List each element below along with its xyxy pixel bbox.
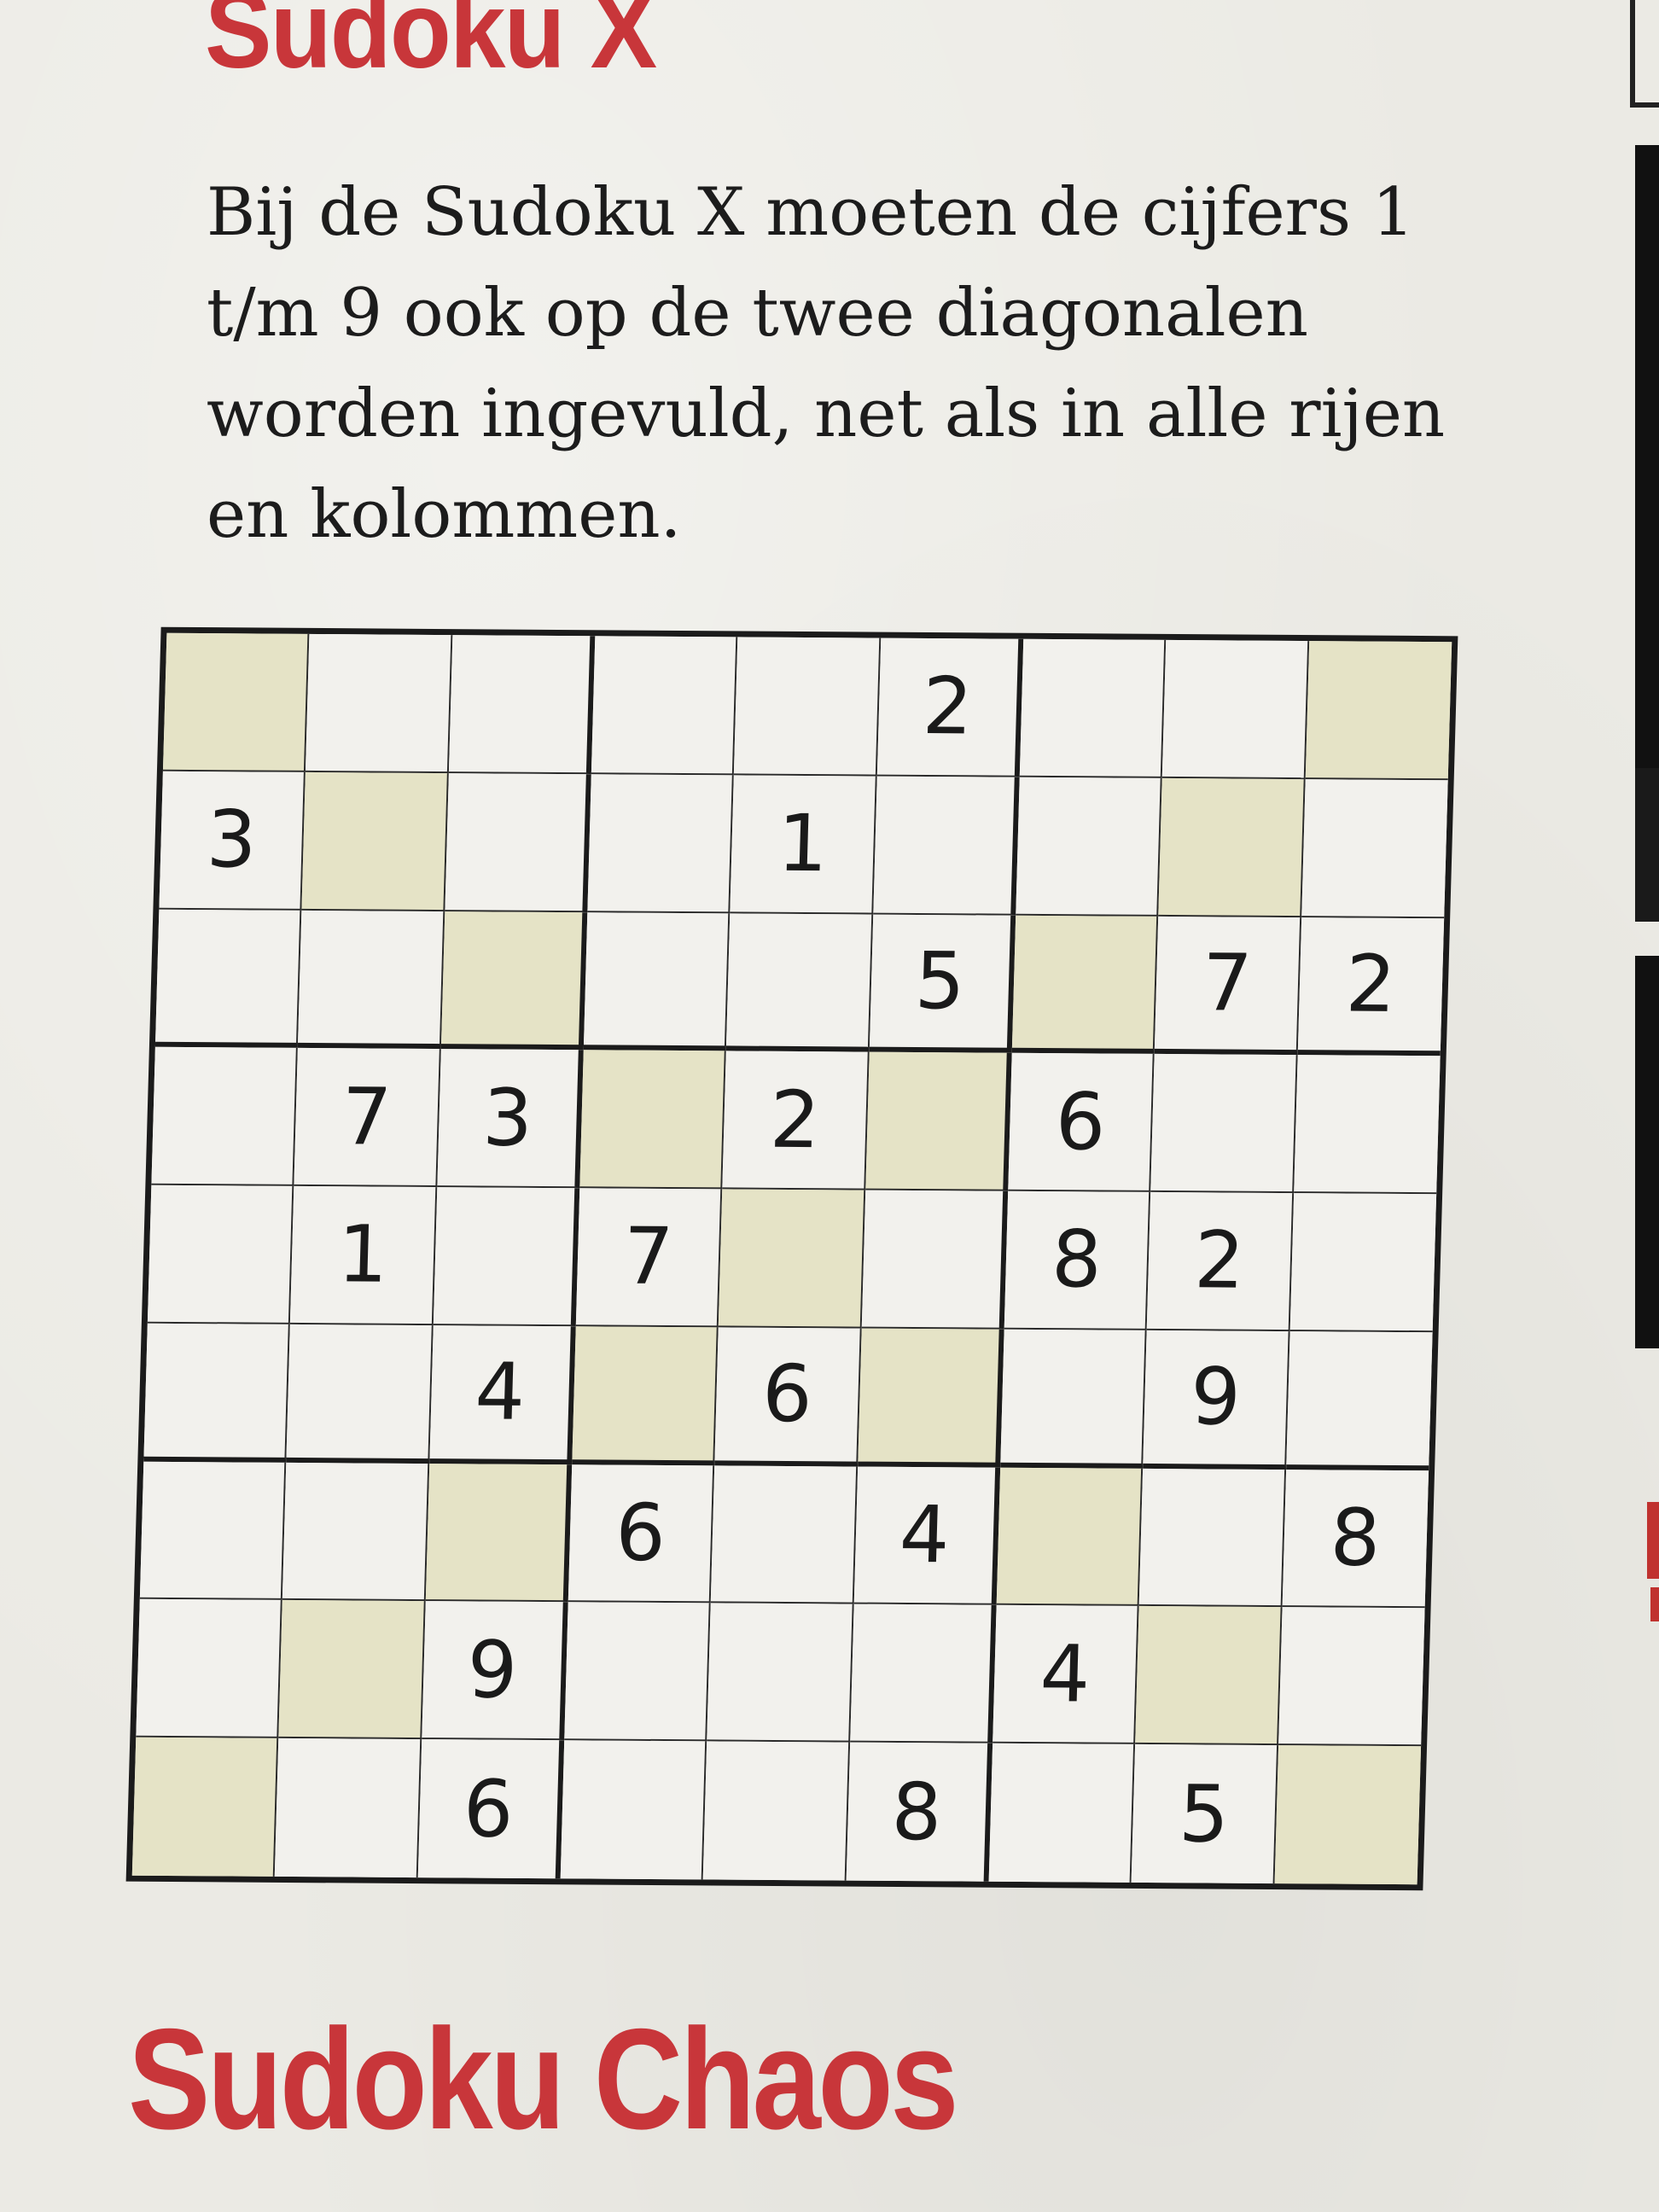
sudoku-cell-r5c4[interactable]: 7 [575,1188,723,1328]
sudoku-cell-r8c9[interactable] [1278,1607,1425,1747]
sudoku-cell-r1c9[interactable] [1305,641,1452,781]
sudoku-cell-r3c8[interactable]: 7 [1155,916,1301,1056]
adjacent-column-edge [1635,145,1659,836]
sudoku-cell-r3c2[interactable] [298,910,445,1050]
sudoku-cell-r4c6[interactable] [864,1051,1012,1191]
sudoku-cell-r2c9[interactable] [1301,778,1448,918]
sudoku-cell-r3c6[interactable]: 5 [869,914,1016,1054]
sudoku-cell-r2c1[interactable]: 3 [159,771,306,911]
sudoku-cell-r6c4[interactable] [572,1326,719,1466]
newspaper-page: Sudoku X Bij de Sudoku X moeten de cijfe… [0,0,1659,2212]
sudoku-cell-r5c9[interactable] [1289,1193,1437,1333]
sudoku-cell-r9c1[interactable] [131,1737,279,1877]
sudoku-cell-r2c4[interactable] [587,774,735,913]
sudoku-cell-r5c2[interactable]: 1 [290,1186,437,1325]
sudoku-cell-r7c6[interactable]: 4 [853,1466,1001,1606]
sudoku-cell-r5c3[interactable] [433,1187,580,1327]
sudoku-cell-r7c4[interactable]: 6 [568,1464,715,1604]
sudoku-cell-r3c5[interactable] [726,912,873,1052]
sudoku-cell-r1c5[interactable] [734,637,881,777]
adjacent-column-edge [1635,768,1659,922]
sudoku-cell-r3c9[interactable]: 2 [1297,917,1445,1057]
sudoku-cell-r7c2[interactable] [282,1462,429,1602]
sudoku-cell-r1c8[interactable] [1162,639,1309,779]
sudoku-cell-r8c1[interactable] [136,1599,283,1739]
sudoku-cell-r8c6[interactable] [849,1604,997,1743]
puzzle-instructions: Bij de Sudoku X moeten de cijfers 1 t/m … [207,174,1446,553]
sudoku-cell-r2c5[interactable]: 1 [730,775,877,915]
sudoku-cell-r4c8[interactable] [1150,1054,1298,1194]
sudoku-cell-r2c2[interactable] [301,771,449,911]
sudoku-cell-r9c8[interactable]: 5 [1131,1744,1278,1884]
sudoku-cell-r2c7[interactable] [1016,777,1163,917]
sudoku-cell-r4c3[interactable]: 3 [436,1049,584,1189]
sudoku-cell-r9c6[interactable]: 8 [846,1742,993,1882]
sudoku-cell-r6c2[interactable] [286,1324,434,1464]
sudoku-cell-r6c9[interactable] [1285,1330,1433,1470]
sudoku-cell-r7c5[interactable] [711,1465,858,1605]
sudoku-cell-r9c4[interactable] [560,1740,707,1880]
adjacent-column-edge [1647,1502,1659,1579]
sudoku-cell-r1c6[interactable]: 2 [876,637,1024,777]
sudoku-cell-r7c8[interactable] [1138,1468,1286,1608]
sudoku-cell-r4c4[interactable] [579,1050,727,1190]
sudoku-cell-r3c4[interactable] [583,911,731,1051]
sudoku-cell-r9c7[interactable] [988,1743,1136,1883]
adjacent-column-edge [1650,1587,1659,1621]
sudoku-cell-r7c3[interactable] [425,1463,573,1603]
sudoku-cell-r8c4[interactable] [564,1602,712,1742]
sudoku-cell-r1c3[interactable] [448,635,596,775]
adjacent-column-edge [1635,956,1659,1348]
sudoku-board: 2315727326178246964894685 [125,626,1458,1891]
sudoku-cell-r1c2[interactable] [306,633,453,773]
sudoku-cell-r9c2[interactable] [275,1738,422,1878]
sudoku-cell-r6c5[interactable]: 6 [714,1327,862,1467]
sudoku-cell-r5c5[interactable] [719,1189,865,1329]
sudoku-cell-r8c3[interactable]: 9 [421,1601,568,1741]
sudoku-cell-r3c1[interactable] [154,909,302,1049]
sudoku-cell-r6c7[interactable] [1000,1329,1147,1469]
sudoku-cell-r7c1[interactable] [139,1461,287,1601]
sudoku-cell-r8c8[interactable] [1135,1606,1283,1746]
sudoku-cell-r1c7[interactable] [1019,638,1167,778]
sudoku-cell-r4c1[interactable] [151,1047,299,1187]
sudoku-cell-r2c6[interactable] [872,776,1020,916]
sudoku-cell-r9c3[interactable]: 6 [417,1739,565,1879]
sudoku-cell-r4c7[interactable]: 6 [1008,1053,1155,1193]
sudoku-cell-r3c7[interactable] [1011,915,1159,1055]
sudoku-cell-r5c6[interactable] [861,1190,1009,1330]
sudoku-cell-r6c3[interactable]: 4 [428,1324,576,1464]
puzzle-title: Sudoku X [205,0,657,91]
sudoku-cell-r6c8[interactable]: 9 [1143,1330,1290,1470]
sudoku-cell-r6c6[interactable] [857,1328,1004,1468]
sudoku-cell-r5c8[interactable]: 2 [1146,1192,1294,1331]
sudoku-cell-r4c5[interactable]: 2 [722,1051,870,1190]
sudoku-cell-r5c1[interactable] [147,1185,294,1324]
sudoku-cell-r9c9[interactable] [1274,1745,1422,1885]
sudoku-cell-r4c2[interactable]: 7 [294,1048,441,1188]
sudoku-cell-r2c3[interactable] [445,772,591,912]
sudoku-cell-r1c1[interactable] [162,632,310,772]
sudoku-cell-r8c7[interactable]: 4 [992,1605,1139,1745]
sudoku-cell-r8c2[interactable] [278,1600,426,1740]
adjacent-column-edge [1630,0,1659,108]
sudoku-cell-r2c8[interactable] [1158,777,1306,917]
sudoku-cell-r1c4[interactable] [591,636,738,776]
next-puzzle-title: Sudoku Chaos [128,1999,959,2159]
sudoku-cell-r7c9[interactable]: 8 [1282,1469,1429,1609]
sudoku-cell-r3c3[interactable] [440,911,588,1051]
sudoku-cell-r8c5[interactable] [707,1603,854,1743]
sudoku-cell-r7c7[interactable] [996,1467,1144,1607]
sudoku-cell-r5c7[interactable]: 8 [1004,1190,1151,1330]
sudoku-cell-r6c1[interactable] [143,1323,291,1463]
sudoku-cell-r4c9[interactable] [1293,1055,1441,1195]
sudoku-cell-r9c5[interactable] [703,1741,850,1881]
sudoku-grid: 2315727326178246964894685 [125,626,1458,1891]
